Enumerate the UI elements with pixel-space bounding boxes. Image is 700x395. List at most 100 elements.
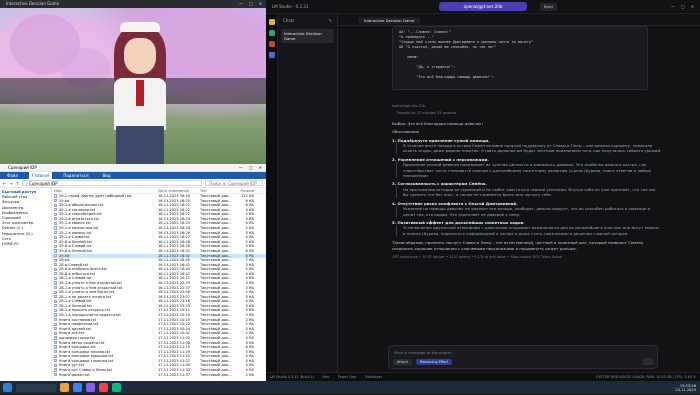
minimize-icon[interactable]: —	[671, 4, 675, 9]
text-file-icon	[54, 308, 57, 313]
thought-toggle[interactable]: Thought for 12 minutes 33 seconds	[396, 111, 662, 116]
browser-icon[interactable]	[73, 383, 82, 392]
lm-studio-icon[interactable]	[86, 383, 95, 392]
maximize-icon[interactable]: □	[249, 0, 253, 8]
text-file-icon	[54, 253, 57, 258]
maximize-icon[interactable]: □	[249, 164, 253, 171]
reason-point: 1. Подчёркнуто признание чужой помощи. В …	[392, 138, 662, 154]
column-date[interactable]: Дата изменения	[158, 188, 200, 193]
file-name-text: Книга рут Славы и Лены.txt	[59, 367, 112, 372]
attach-button[interactable]: Attach	[393, 359, 413, 365]
up-icon[interactable]: ↑	[16, 181, 19, 186]
tab-file[interactable]: Файл	[4, 172, 21, 179]
reason-point: 3. Согласованность с характером Семёна. Н…	[392, 181, 662, 198]
text-file-icon	[54, 372, 57, 377]
nav-item[interactable]: HOME-PC	[2, 242, 49, 247]
text-file-icon	[54, 363, 57, 367]
taskbar-search[interactable]	[16, 383, 56, 392]
explorer-icon[interactable]	[60, 383, 69, 392]
text-file-icon	[54, 244, 57, 248]
reason-point: 4. Отсутствие риска конфликта с Ольгой Д…	[392, 201, 662, 217]
text-file-icon	[54, 217, 57, 221]
text-file-icon	[54, 295, 57, 299]
tab-view[interactable]: Вид	[99, 172, 113, 179]
file-name-text: 29.txt	[59, 253, 70, 258]
text-file-icon	[54, 285, 57, 290]
message-input[interactable]: Send a message to the model... Attach Re…	[388, 345, 658, 369]
send-icon[interactable]	[643, 358, 653, 365]
game-title: Interactive Decision Game	[6, 1, 60, 6]
reason-point: 2. Укрепление отношений с персонажами. Пр…	[392, 157, 662, 179]
text-file-icon	[54, 226, 57, 230]
file-name-text: 28-1-в Ленной.txt	[59, 303, 92, 308]
new-chat-icon[interactable]: ✎	[329, 18, 332, 23]
file-name-text: 29-8-в Славой.txt	[59, 244, 92, 249]
text-file-icon	[54, 359, 57, 363]
chat-icon[interactable]	[268, 19, 275, 25]
tab-home[interactable]: Главная	[29, 172, 53, 179]
model-selector[interactable]: openai/gpt-oss-20b	[439, 2, 527, 11]
column-size[interactable]: Размер	[234, 188, 254, 193]
file-name-text: 29-1-в спокойствие.txt	[59, 212, 102, 217]
file-name-text: 28-8-в отбиться.txt	[59, 271, 95, 276]
search-input[interactable]: Поиск в: Сценарий IDP	[205, 180, 263, 186]
column-type[interactable]: Тип	[200, 188, 234, 193]
sakura-tree	[170, 8, 260, 78]
models-icon[interactable]	[268, 41, 275, 47]
mode-power-user[interactable]: Power User	[338, 373, 357, 381]
app-icon[interactable]	[112, 383, 121, 392]
text-file-icon	[54, 290, 57, 294]
reason-point-title: 1. Подчёркнуто признание чужой помощи.	[392, 137, 490, 143]
file-name-text: Книга концовки хорошая.txt	[59, 354, 114, 359]
close-icon[interactable]: ✕	[259, 0, 262, 8]
tab-chat[interactable]: Interactive Decision Game	[358, 17, 421, 24]
code-line: "Это всё благодаря помощи девочек!":	[399, 75, 495, 79]
file-name-text: 28-1-в узнать о нее открытый.txt	[59, 280, 122, 285]
mode-user[interactable]: User	[322, 373, 330, 381]
reason-point: 5. Позитивный эффект для дальнейших сюже…	[392, 219, 662, 237]
mode-developer[interactable]: Developer	[365, 373, 382, 381]
sidebar-header: Chats	[283, 18, 295, 23]
file-name-text: Книга все.txt	[59, 331, 84, 336]
file-name-text: 28-1-в не делать ничего.txt	[59, 294, 112, 299]
start-icon[interactable]	[3, 383, 12, 392]
eject-button[interactable]: Eject	[540, 3, 557, 11]
file-name-text: 29-1-в полностью.txt	[59, 226, 99, 231]
search-icon[interactable]	[268, 52, 275, 58]
reasoning-effort-button[interactable]: Reasoning Effort	[416, 359, 452, 365]
system-tray[interactable]: 19:23:26 23.11.2025	[675, 384, 700, 392]
developer-icon[interactable]	[268, 30, 275, 36]
minimize-icon[interactable]: —	[239, 164, 243, 171]
column-name[interactable]: Имя	[54, 188, 158, 193]
text-file-icon	[54, 249, 57, 253]
text-file-icon	[54, 322, 57, 326]
file-name-text: Книга друзей.txt	[59, 326, 91, 331]
chat-item[interactable]: Interactive Decision Game	[281, 29, 334, 43]
tab-share[interactable]: Поделиться	[60, 172, 91, 179]
maximize-icon[interactable]: □	[681, 4, 685, 9]
file-name-text: Книга концовки.txt	[59, 345, 96, 350]
choice-line: Выбор: Это всё благодаря помощи девочек!	[392, 120, 484, 126]
file-name-text: 28-1-в Славой.txt	[59, 299, 92, 304]
close-icon[interactable]: ✕	[259, 164, 262, 171]
game-icon[interactable]	[99, 383, 108, 392]
file-name-text: Книга концовки плохая.txt	[59, 349, 111, 354]
game-scene-image[interactable]	[0, 8, 266, 164]
text-file-icon	[54, 354, 57, 358]
file-name-text: 28-1-в узнать о нем бесят.txt	[59, 290, 115, 295]
address-bar[interactable]: › Сценарий IDP	[22, 180, 202, 186]
file-name-text: Книга финал.txt	[59, 372, 90, 377]
file-name-text: Книга профессии.txt	[59, 322, 99, 327]
file-name-text: 29-1-в отказаться.txt	[59, 216, 99, 221]
back-icon[interactable]: ←	[3, 181, 6, 186]
forward-icon[interactable]: →	[9, 181, 12, 186]
generation-stats: GPT-сверточка • 19.52 tok/sec • 2137 tok…	[392, 254, 563, 259]
reason-point-body: Установление дружеской атмосферы с девоч…	[396, 225, 662, 237]
reason-point-title: 5. Позитивный эффект для дальнейших сюже…	[392, 219, 525, 225]
chat-area: Ай: "...Славно! Славно!" "А проводите..."…	[338, 26, 700, 353]
file-name-text: 29-1-в общих вешах.txt	[59, 203, 104, 208]
close-icon[interactable]: ✕	[691, 4, 694, 9]
minimize-icon[interactable]: —	[239, 0, 243, 8]
file-row[interactable]: Книга финал.txt 17.11.2023 11:37 Текстовый…	[52, 373, 266, 378]
resource-usage: SYSTEM RESOURCES USAGE: RAM: 14.63 GB | …	[596, 375, 696, 379]
